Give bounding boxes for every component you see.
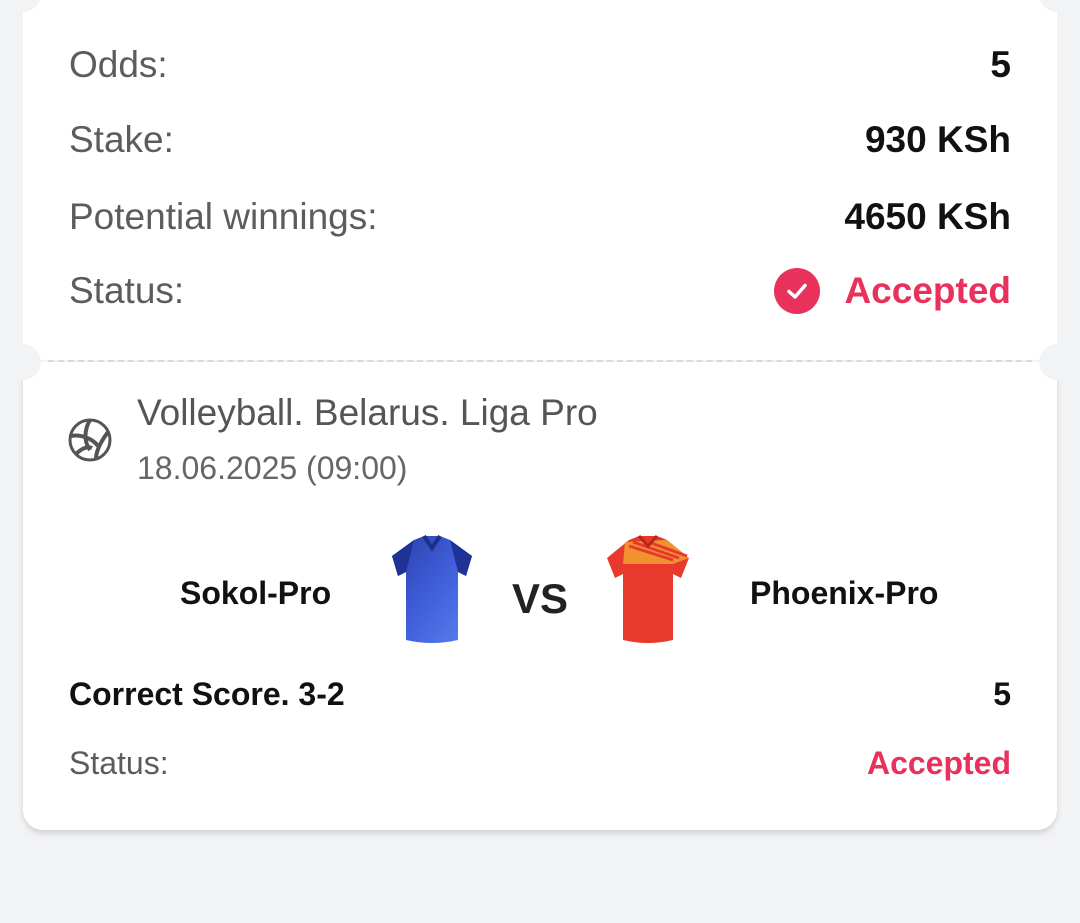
winnings-value: 4650 KSh: [844, 196, 1011, 237]
event-status-value: Accepted: [866, 745, 1011, 781]
status-row: Status: Accepted: [69, 268, 1011, 314]
home-team-name: Sokol-Pro: [180, 575, 332, 611]
event-status-label: Status:: [69, 745, 169, 781]
home-jersey-icon: [388, 534, 476, 651]
market-odds: 5: [993, 676, 1011, 712]
market-name: Correct Score. 3-2: [69, 676, 345, 712]
odds-row: Odds: 5: [69, 44, 1011, 86]
ticket-notch-left: [5, 344, 41, 380]
winnings-row: Potential winnings: 4650 KSh: [69, 196, 1011, 238]
stake-row: Stake: 930 KSh: [69, 119, 1011, 161]
volleyball-icon: [68, 418, 112, 462]
stake-value: 930 KSh: [864, 119, 1011, 160]
versus-label: VS: [512, 575, 569, 622]
league-name: Volleyball. Belarus. Liga Pro: [137, 392, 598, 433]
status-label: Status:: [69, 270, 185, 311]
stake-label: Stake:: [69, 119, 174, 160]
away-jersey-icon: [603, 534, 693, 651]
winnings-label: Potential winnings:: [69, 196, 378, 237]
away-team-name: Phoenix-Pro: [750, 575, 939, 611]
status-indicator: Accepted: [774, 268, 1011, 314]
odds-label: Odds:: [69, 44, 168, 85]
check-circle-icon: [774, 268, 821, 314]
ticket-notch-right: [1039, 344, 1075, 380]
status-value: Accepted: [844, 270, 1011, 311]
odds-value: 5: [990, 44, 1011, 85]
ticket-divider: [48, 360, 1032, 362]
event-datetime: 18.06.2025 (09:00): [137, 450, 408, 486]
